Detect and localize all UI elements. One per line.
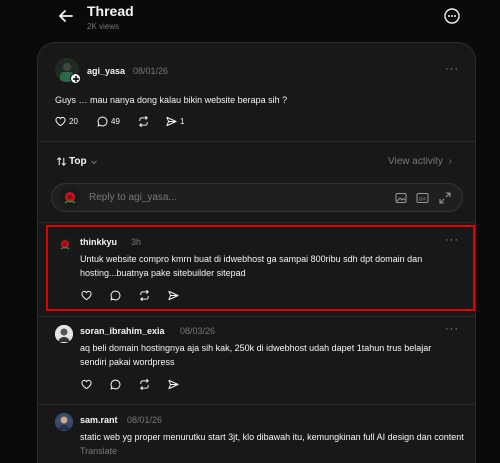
like-button[interactable]: 20 (55, 116, 78, 127)
post-username[interactable]: agi_yasa (87, 66, 125, 76)
chevron-down-icon (90, 160, 97, 164)
view-count: 2K views (87, 22, 120, 31)
reply-input[interactable]: Reply to agi_yasa... GIF (51, 183, 463, 212)
top-bar: Thread 2K views (0, 0, 500, 42)
my-avatar (59, 187, 81, 209)
reply-text: aq beli domain hostingnya aja sih kak, 2… (80, 343, 432, 367)
repost-button[interactable] (138, 116, 149, 127)
chevron-right-icon: › (448, 156, 452, 167)
comment-count: 49 (111, 117, 120, 126)
divider (37, 316, 476, 317)
reply-username[interactable]: thinkkyu (80, 237, 117, 247)
comment-button[interactable]: 49 (97, 116, 120, 127)
comment-icon (110, 290, 121, 301)
send-icon (168, 379, 179, 390)
image-icon[interactable] (395, 192, 407, 204)
translate-link[interactable]: Translate (80, 446, 117, 456)
view-activity-link[interactable]: View activity › (388, 156, 452, 167)
like-count: 20 (69, 117, 78, 126)
share-button[interactable] (168, 379, 179, 390)
reply-more-button[interactable]: ··· (445, 234, 459, 246)
heart-icon (81, 379, 92, 390)
expand-icon[interactable] (439, 192, 451, 204)
rose-avatar-icon (64, 192, 76, 204)
post-date: 08/01/26 (133, 66, 169, 76)
view-activity-label: View activity (388, 156, 443, 167)
reply-username[interactable]: sam.rant (80, 415, 118, 425)
reply-text-body: static web yg proper menurutku start 3jt… (80, 432, 464, 442)
repost-icon (140, 290, 149, 301)
reply-text: Untuk website compro kmrn buat di idwebh… (80, 254, 423, 278)
sort-dropdown[interactable]: Top (56, 156, 98, 167)
reply-more-button[interactable]: ··· (445, 323, 459, 335)
svg-text:GIF: GIF (419, 196, 427, 201)
repost-button[interactable] (139, 379, 150, 390)
avatar[interactable] (55, 413, 73, 431)
comment-button[interactable] (110, 379, 121, 390)
more-options-icon[interactable] (443, 7, 461, 25)
repost-button[interactable] (139, 290, 150, 301)
back-arrow-icon[interactable] (56, 6, 76, 26)
avatar-image-icon (55, 413, 73, 431)
sort-label: Top (69, 156, 87, 167)
heart-icon (81, 290, 92, 301)
reply-placeholder: Reply to agi_yasa... (89, 192, 177, 203)
comment-icon (110, 379, 121, 390)
heart-icon (55, 116, 66, 127)
divider (37, 141, 476, 142)
avatar[interactable] (56, 236, 74, 254)
post-more-button[interactable]: ··· (445, 63, 459, 75)
divider (37, 404, 476, 405)
comment-button[interactable] (110, 290, 121, 301)
follow-plus-icon[interactable] (70, 73, 81, 84)
sort-icon (57, 157, 66, 166)
like-button[interactable] (81, 290, 92, 301)
avatar-image-icon (55, 325, 73, 343)
reply-time: 3h (131, 237, 142, 247)
gif-icon[interactable]: GIF (416, 192, 429, 204)
share-button[interactable] (168, 290, 179, 301)
divider (37, 222, 476, 223)
repost-icon (139, 116, 148, 127)
avatar[interactable] (55, 325, 73, 343)
share-count: 1 (180, 117, 185, 126)
comment-icon (97, 116, 108, 127)
like-button[interactable] (81, 379, 92, 390)
reply-text: static web yg proper menurutku start 3jt… (80, 430, 470, 458)
page-title: Thread (87, 3, 134, 19)
rose-avatar-icon (60, 240, 70, 250)
send-icon (166, 116, 177, 127)
reply-username[interactable]: soran_ibrahim_exia (80, 326, 165, 336)
repost-icon (140, 379, 149, 390)
post-text: Guys … mau nanya dong kalau bikin websit… (55, 95, 288, 105)
reply-time: 08/03/26 (180, 326, 216, 336)
send-icon (168, 290, 179, 301)
share-button[interactable]: 1 (166, 116, 184, 127)
reply-time: 08/01/26 (127, 415, 163, 425)
